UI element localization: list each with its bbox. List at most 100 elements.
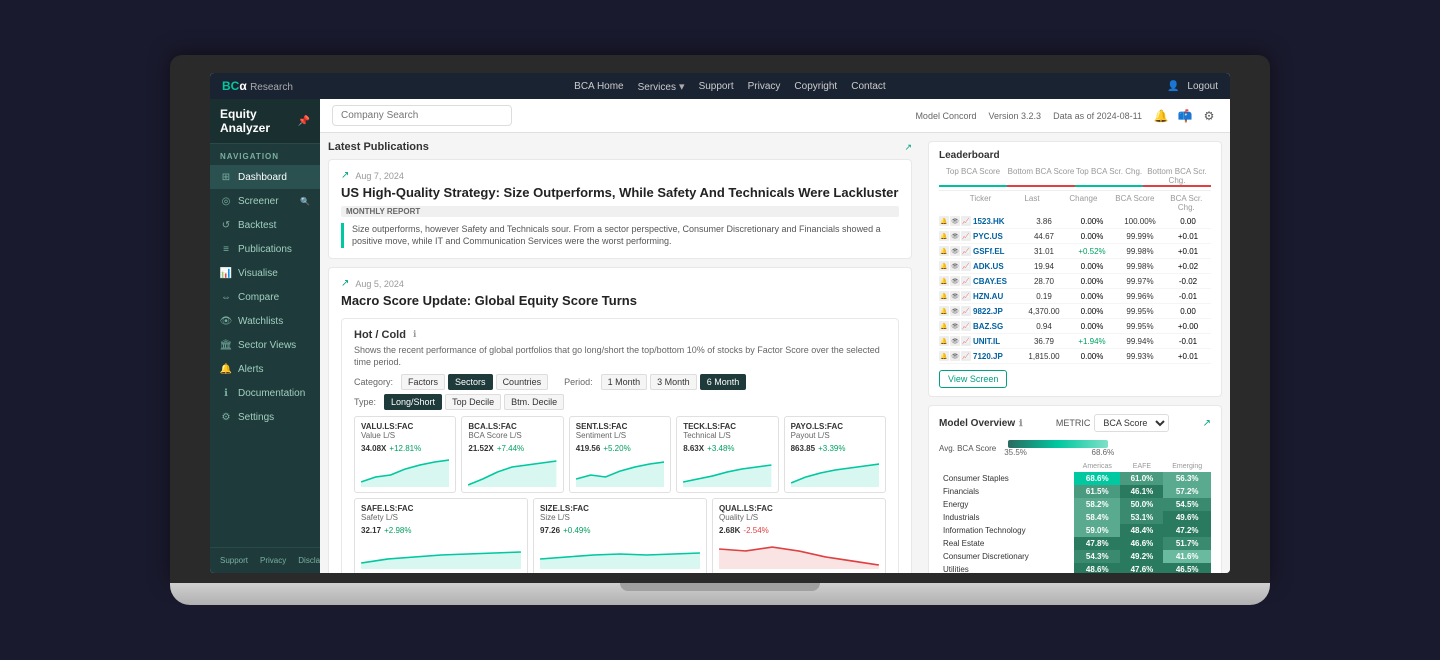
- hm-cell-4-1[interactable]: 48.4%: [1120, 524, 1163, 537]
- lb-ticker-6[interactable]: 9822.JP: [973, 307, 1019, 316]
- eye-row-icon-8[interactable]: 👁: [950, 336, 960, 346]
- bell-row-icon-7[interactable]: 🔔: [939, 321, 949, 331]
- hm-cell-6-1[interactable]: 49.2%: [1120, 550, 1163, 563]
- nav-copyright[interactable]: Copyright: [794, 81, 837, 92]
- lb-ticker-0[interactable]: 1523.HK: [973, 217, 1019, 226]
- nav-services[interactable]: Services: [638, 82, 676, 93]
- lb-ticker-8[interactable]: UNIT.IL: [973, 337, 1019, 346]
- eye-row-icon-9[interactable]: 👁: [950, 351, 960, 361]
- sidebar-item-sector-views[interactable]: 🏛 Sector Views: [210, 333, 320, 357]
- mo-expand-icon[interactable]: ↗: [1203, 418, 1211, 429]
- sidebar-item-publications[interactable]: ≡ Publications: [210, 237, 320, 261]
- publications-link-icon[interactable]: ↗: [904, 142, 912, 153]
- hm-cell-6-2[interactable]: 41.6%: [1163, 550, 1211, 563]
- lb-ticker-1[interactable]: PYC.US: [973, 232, 1019, 241]
- bell-row-icon-9[interactable]: 🔔: [939, 351, 949, 361]
- nav-bca-home[interactable]: BCA Home: [574, 81, 623, 92]
- hm-cell-1-0[interactable]: 61.5%: [1074, 485, 1120, 498]
- hm-cell-6-0[interactable]: 54.3%: [1074, 550, 1120, 563]
- nav-contact[interactable]: Contact: [851, 81, 885, 92]
- bell-row-icon-6[interactable]: 🔔: [939, 306, 949, 316]
- bell-row-icon-4[interactable]: 🔔: [939, 276, 949, 286]
- hm-cell-0-0[interactable]: 68.6%: [1074, 472, 1120, 485]
- hm-cell-2-0[interactable]: 58.2%: [1074, 498, 1120, 511]
- footer-disclaimer[interactable]: Disclaimer: [298, 556, 320, 565]
- hm-cell-0-2[interactable]: 56.3%: [1163, 472, 1211, 485]
- pub-ext-link-icon[interactable]: ↗: [341, 170, 349, 181]
- sidebar-item-backtest[interactable]: ↺ Backtest: [210, 213, 320, 237]
- chart-row-icon-8[interactable]: 📈: [961, 336, 971, 346]
- hm-cell-3-0[interactable]: 58.4%: [1074, 511, 1120, 524]
- chip-3m[interactable]: 3 Month: [650, 374, 697, 390]
- eye-row-icon-2[interactable]: 👁: [950, 246, 960, 256]
- chip-factors[interactable]: Factors: [401, 374, 445, 390]
- eye-row-icon-5[interactable]: 👁: [950, 291, 960, 301]
- footer-privacy[interactable]: Privacy: [260, 556, 286, 565]
- bell-row-icon-3[interactable]: 🔔: [939, 261, 949, 271]
- sidebar-item-visualise[interactable]: 📊 Visualise: [210, 261, 320, 285]
- hm-cell-7-2[interactable]: 46.5%: [1163, 563, 1211, 573]
- chart-row-icon-2[interactable]: 📈: [961, 246, 971, 256]
- hm-cell-5-2[interactable]: 51.7%: [1163, 537, 1211, 550]
- lb-ticker-2[interactable]: GSFf.EL: [973, 247, 1019, 256]
- company-search-input[interactable]: [332, 105, 512, 126]
- chip-6m[interactable]: 6 Month: [700, 374, 747, 390]
- lb-ticker-5[interactable]: HZN.AU: [973, 292, 1019, 301]
- chip-sectors[interactable]: Sectors: [448, 374, 493, 390]
- chip-btm-decile[interactable]: Btm. Decile: [504, 394, 564, 410]
- nav-privacy[interactable]: Privacy: [748, 81, 781, 92]
- hm-cell-2-2[interactable]: 54.5%: [1163, 498, 1211, 511]
- eye-row-icon-6[interactable]: 👁: [950, 306, 960, 316]
- hm-cell-7-1[interactable]: 47.6%: [1120, 563, 1163, 573]
- chip-longshort[interactable]: Long/Short: [384, 394, 442, 410]
- settings-gear-icon[interactable]: ⚙: [1200, 107, 1218, 125]
- hm-cell-1-2[interactable]: 57.2%: [1163, 485, 1211, 498]
- mo-metric-select[interactable]: BCA Score: [1094, 414, 1169, 432]
- sidebar-item-alerts[interactable]: 🔔 Alerts: [210, 357, 320, 381]
- hm-cell-3-1[interactable]: 53.1%: [1120, 511, 1163, 524]
- sidebar-item-screener[interactable]: ◎ Screener 🔍: [210, 189, 320, 213]
- bell-row-icon-8[interactable]: 🔔: [939, 336, 949, 346]
- lb-ticker-9[interactable]: 7120.JP: [973, 352, 1019, 361]
- bell-row-icon-5[interactable]: 🔔: [939, 291, 949, 301]
- lb-ticker-4[interactable]: CBAY.ES: [973, 277, 1019, 286]
- chart-row-icon-7[interactable]: 📈: [961, 321, 971, 331]
- chip-top-decile[interactable]: Top Decile: [445, 394, 501, 410]
- hm-cell-5-0[interactable]: 47.8%: [1074, 537, 1120, 550]
- hm-cell-0-1[interactable]: 61.0%: [1120, 472, 1163, 485]
- chip-countries[interactable]: Countries: [496, 374, 549, 390]
- chart-row-icon-0[interactable]: 📈: [961, 216, 971, 226]
- chart-row-icon-9[interactable]: 📈: [961, 351, 971, 361]
- lb-ticker-7[interactable]: BAZ.SG: [973, 322, 1019, 331]
- eye-row-icon-4[interactable]: 👁: [950, 276, 960, 286]
- sidebar-item-compare[interactable]: ⇔ Compare: [210, 285, 320, 309]
- chart-row-icon-5[interactable]: 📈: [961, 291, 971, 301]
- chart-row-icon-3[interactable]: 📈: [961, 261, 971, 271]
- bell-row-icon-2[interactable]: 🔔: [939, 246, 949, 256]
- hm-cell-7-0[interactable]: 48.6%: [1074, 563, 1120, 573]
- eye-row-icon-1[interactable]: 👁: [950, 231, 960, 241]
- view-screen-button[interactable]: View Screen: [939, 370, 1007, 388]
- hm-cell-4-2[interactable]: 47.2%: [1163, 524, 1211, 537]
- sidebar-pin-icon[interactable]: 📌: [298, 116, 310, 127]
- lb-ticker-3[interactable]: ADK.US: [973, 262, 1019, 271]
- sidebar-item-settings[interactable]: ⚙ Settings: [210, 405, 320, 429]
- notification-icon[interactable]: 📫: [1176, 107, 1194, 125]
- chart-row-icon-6[interactable]: 📈: [961, 306, 971, 316]
- hm-cell-4-0[interactable]: 59.0%: [1074, 524, 1120, 537]
- chip-1m[interactable]: 1 Month: [601, 374, 648, 390]
- hm-cell-1-1[interactable]: 46.1%: [1120, 485, 1163, 498]
- chart-row-icon-1[interactable]: 📈: [961, 231, 971, 241]
- hm-cell-5-1[interactable]: 46.6%: [1120, 537, 1163, 550]
- chart-row-icon-4[interactable]: 📈: [961, 276, 971, 286]
- sidebar-item-watchlists[interactable]: 👁 Watchlists: [210, 309, 320, 333]
- nav-support[interactable]: Support: [699, 81, 734, 92]
- pub-ext-link-icon-2[interactable]: ↗: [341, 278, 349, 289]
- bell-row-icon-0[interactable]: 🔔: [939, 216, 949, 226]
- sidebar-item-dashboard[interactable]: ⊞ Dashboard: [210, 165, 320, 189]
- hm-cell-3-2[interactable]: 49.6%: [1163, 511, 1211, 524]
- bell-row-icon-1[interactable]: 🔔: [939, 231, 949, 241]
- bell-icon[interactable]: 🔔: [1152, 107, 1170, 125]
- eye-row-icon-3[interactable]: 👁: [950, 261, 960, 271]
- eye-row-icon-7[interactable]: 👁: [950, 321, 960, 331]
